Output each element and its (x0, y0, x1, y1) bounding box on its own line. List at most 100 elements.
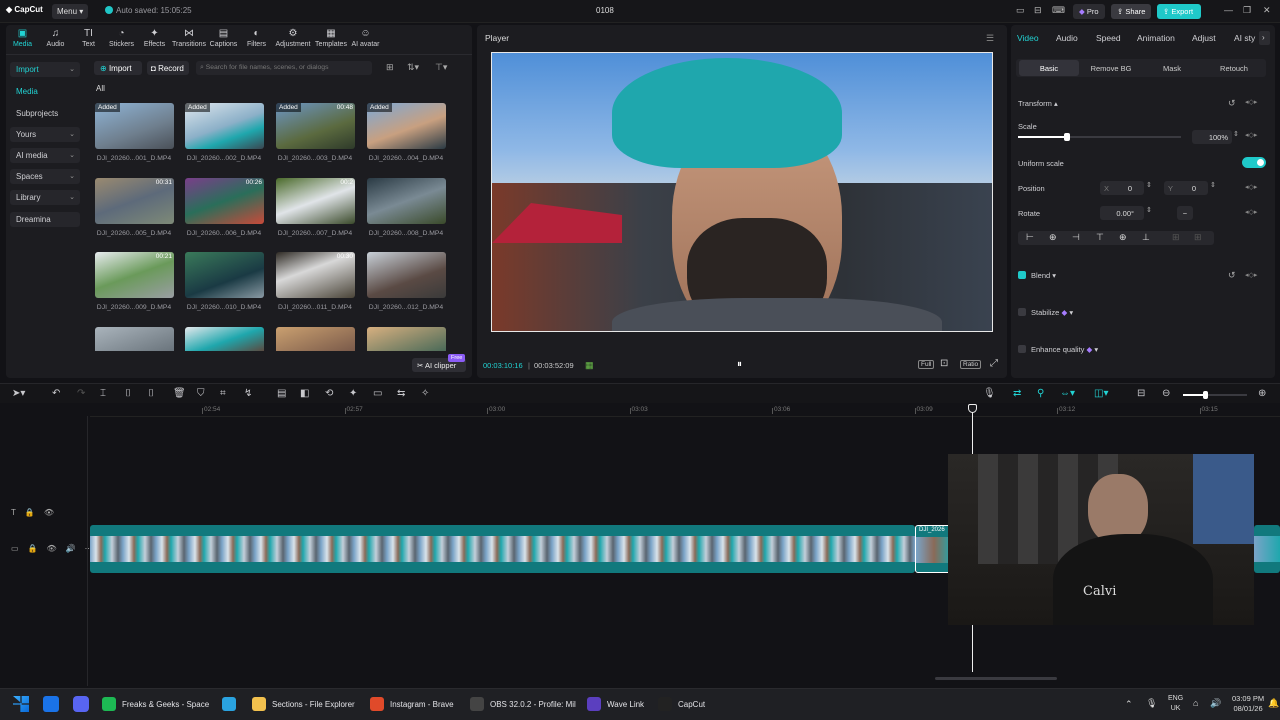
maximize-icon[interactable]: ❐ (1243, 5, 1251, 16)
snapshot-icon[interactable]: ⊡ (940, 358, 948, 369)
freeze-icon[interactable]: ▭ (373, 388, 382, 399)
sidebar-item-dreamina[interactable]: Dreamina (10, 212, 80, 227)
zoom-slider[interactable] (1183, 391, 1247, 399)
export-button[interactable]: ⇪ Export (1157, 4, 1201, 19)
scale-keyframe-icon[interactable]: ◂◇▸ (1245, 131, 1257, 139)
eye-icon[interactable]: 👁 (47, 544, 57, 553)
share-button[interactable]: ⇪ Share (1111, 4, 1152, 19)
shortcuts-icon[interactable]: ⌨ (1052, 5, 1065, 16)
video-clip-end[interactable] (1254, 525, 1280, 573)
media-thumbnail[interactable]: 00:2 (276, 178, 355, 224)
tool-captions[interactable]: ▤ Captions (207, 28, 240, 52)
sort-icon[interactable]: ⇅▾ (407, 62, 419, 73)
tray-chevron-icon[interactable]: ⌃ (1125, 699, 1133, 710)
align-bottom-icon[interactable]: ⊥ (1142, 232, 1150, 243)
lock-icon[interactable]: 🔒 (25, 508, 35, 517)
distribute-h-icon[interactable]: ⊞ (1172, 232, 1180, 243)
scale-slider[interactable] (1018, 133, 1181, 141)
media-thumbnail[interactable]: 00:26 (185, 178, 264, 224)
media-thumbnail[interactable] (185, 327, 264, 351)
align-top-icon[interactable]: ⊤ (1096, 232, 1104, 243)
subtab-retouch[interactable]: Retouch (1204, 60, 1264, 76)
mirror-icon[interactable]: ◧ (300, 388, 309, 399)
player-menu-icon[interactable]: ☰ (986, 33, 994, 44)
record-button[interactable]: ◘ Record (147, 61, 189, 75)
tool-templates[interactable]: ▦ Templates (313, 28, 349, 52)
network-icon[interactable]: ⌂ (1193, 698, 1198, 708)
split-icon[interactable]: ⌶ (100, 388, 106, 399)
blend-reset-icon[interactable]: ↺ (1228, 270, 1236, 281)
video-clip-selected[interactable]: DJI_2026 (915, 525, 951, 573)
media-thumbnail[interactable]: 00:31 (95, 178, 174, 224)
tool-text[interactable]: TI Text (72, 28, 105, 52)
taskbar-app[interactable] (222, 694, 242, 714)
zoom-in-icon[interactable]: ⊕ (1258, 388, 1266, 399)
stabilize-checkbox[interactable] (1018, 308, 1026, 316)
tool-transitions[interactable]: ⋈ Transitions (171, 28, 207, 52)
magnet-icon[interactable]: ⚲ (1037, 388, 1044, 399)
media-thumbnail[interactable] (367, 252, 446, 298)
pro-button[interactable]: ◆ Pro (1073, 4, 1105, 19)
captions-tool-icon[interactable]: ▤ (277, 388, 286, 399)
tool-effects[interactable]: ✦ Effects (138, 28, 171, 52)
reset-icon[interactable]: ↺ (1228, 98, 1236, 109)
sidebar-item-subprojects[interactable]: Subprojects (10, 106, 80, 121)
speed-icon[interactable]: ↯ (244, 388, 252, 399)
mic-tray-icon[interactable]: 🎙 (1146, 698, 1157, 709)
media-thumbnail[interactable] (367, 178, 446, 224)
position-keyframe-icon[interactable]: ◂◇▸ (1245, 183, 1257, 191)
subtab-remove-bg[interactable]: Remove BG (1081, 60, 1141, 76)
close-icon[interactable]: ✕ (1263, 5, 1271, 16)
timeline-fit-icon[interactable]: ⊟ (1137, 388, 1145, 399)
snap-icon[interactable]: ⇔▾ (1060, 388, 1075, 399)
menu-button[interactable]: Menu ▾ (52, 4, 88, 19)
taskbar-app[interactable]: OBS 32.0.2 - Profile: Mil (470, 694, 576, 714)
sidebar-item-media[interactable]: Media (10, 84, 80, 99)
timecode-grid-icon[interactable]: ▦ (585, 360, 594, 371)
scale-stepper-icon[interactable]: ⇕ (1233, 130, 1239, 138)
timeline-scrollbar[interactable] (935, 677, 1057, 680)
zoom-slider-knob[interactable] (1203, 391, 1209, 399)
view-toggle-icon[interactable]: ⊞ (386, 62, 394, 73)
transform-heading[interactable]: Transform ▴ (1018, 99, 1058, 108)
tab-video[interactable]: Video (1017, 33, 1039, 43)
select-tool-icon[interactable]: ➤▾ (12, 388, 25, 399)
link-clips-icon[interactable]: ⇄ (1013, 388, 1021, 399)
discord-icon[interactable] (73, 696, 89, 712)
volume-icon[interactable]: 🔊 (1210, 698, 1221, 709)
pos-x-stepper-icon[interactable]: ⇕ (1146, 181, 1152, 189)
scale-input[interactable]: 100% (1192, 130, 1232, 144)
sidebar-item-yours[interactable]: Yours ⌄ (10, 127, 80, 142)
tab-animation[interactable]: Animation (1137, 33, 1175, 43)
taskbar-app[interactable]: Wave Link (587, 694, 644, 714)
tool-adjustment[interactable]: ⚙ Adjustment (273, 28, 313, 52)
media-thumbnail[interactable] (367, 327, 446, 351)
rotate-input[interactable]: 0.00° (1100, 206, 1144, 220)
media-thumbnail[interactable] (276, 327, 355, 351)
full-button[interactable]: Full (918, 360, 935, 369)
outlook-icon[interactable] (43, 696, 59, 712)
pause-button[interactable]: ⏸ (737, 359, 742, 370)
distribute-v-icon[interactable]: ⊞ (1194, 232, 1202, 243)
filter-all[interactable]: All (96, 84, 105, 93)
search-input[interactable]: ⌕ Search for file names, scenes, or dial… (196, 61, 372, 75)
tool-ai-avatar[interactable]: ☺ AI avatar (349, 28, 382, 52)
position-y-input[interactable]: Y0 (1164, 181, 1208, 195)
redo-icon[interactable]: ↷ (77, 388, 85, 399)
pos-y-stepper-icon[interactable]: ⇕ (1210, 181, 1216, 189)
rotate-keyframe-icon[interactable]: ◂◇▸ (1245, 208, 1257, 216)
import-button[interactable]: ⊕ Import (94, 61, 142, 75)
tab-speed[interactable]: Speed (1096, 33, 1121, 43)
video-preview[interactable] (491, 52, 993, 332)
media-thumbnail[interactable]: Added (185, 103, 264, 149)
playhead-handle[interactable] (968, 404, 977, 413)
sidebar-item-library[interactable]: Library ⌄ (10, 190, 80, 205)
tab-audio[interactable]: Audio (1056, 33, 1078, 43)
audio-icon[interactable]: 🔊 (66, 544, 76, 553)
fullscreen-icon[interactable]: ⤢ (990, 358, 998, 369)
media-thumbnail[interactable]: Added (367, 103, 446, 149)
align-center-v-icon[interactable]: ⊕ (1119, 232, 1127, 243)
preview-axis-icon[interactable]: ◫▾ (1094, 388, 1108, 399)
split-right-icon[interactable]: ⌷ (148, 388, 154, 399)
scale-slider-knob[interactable] (1063, 133, 1070, 141)
